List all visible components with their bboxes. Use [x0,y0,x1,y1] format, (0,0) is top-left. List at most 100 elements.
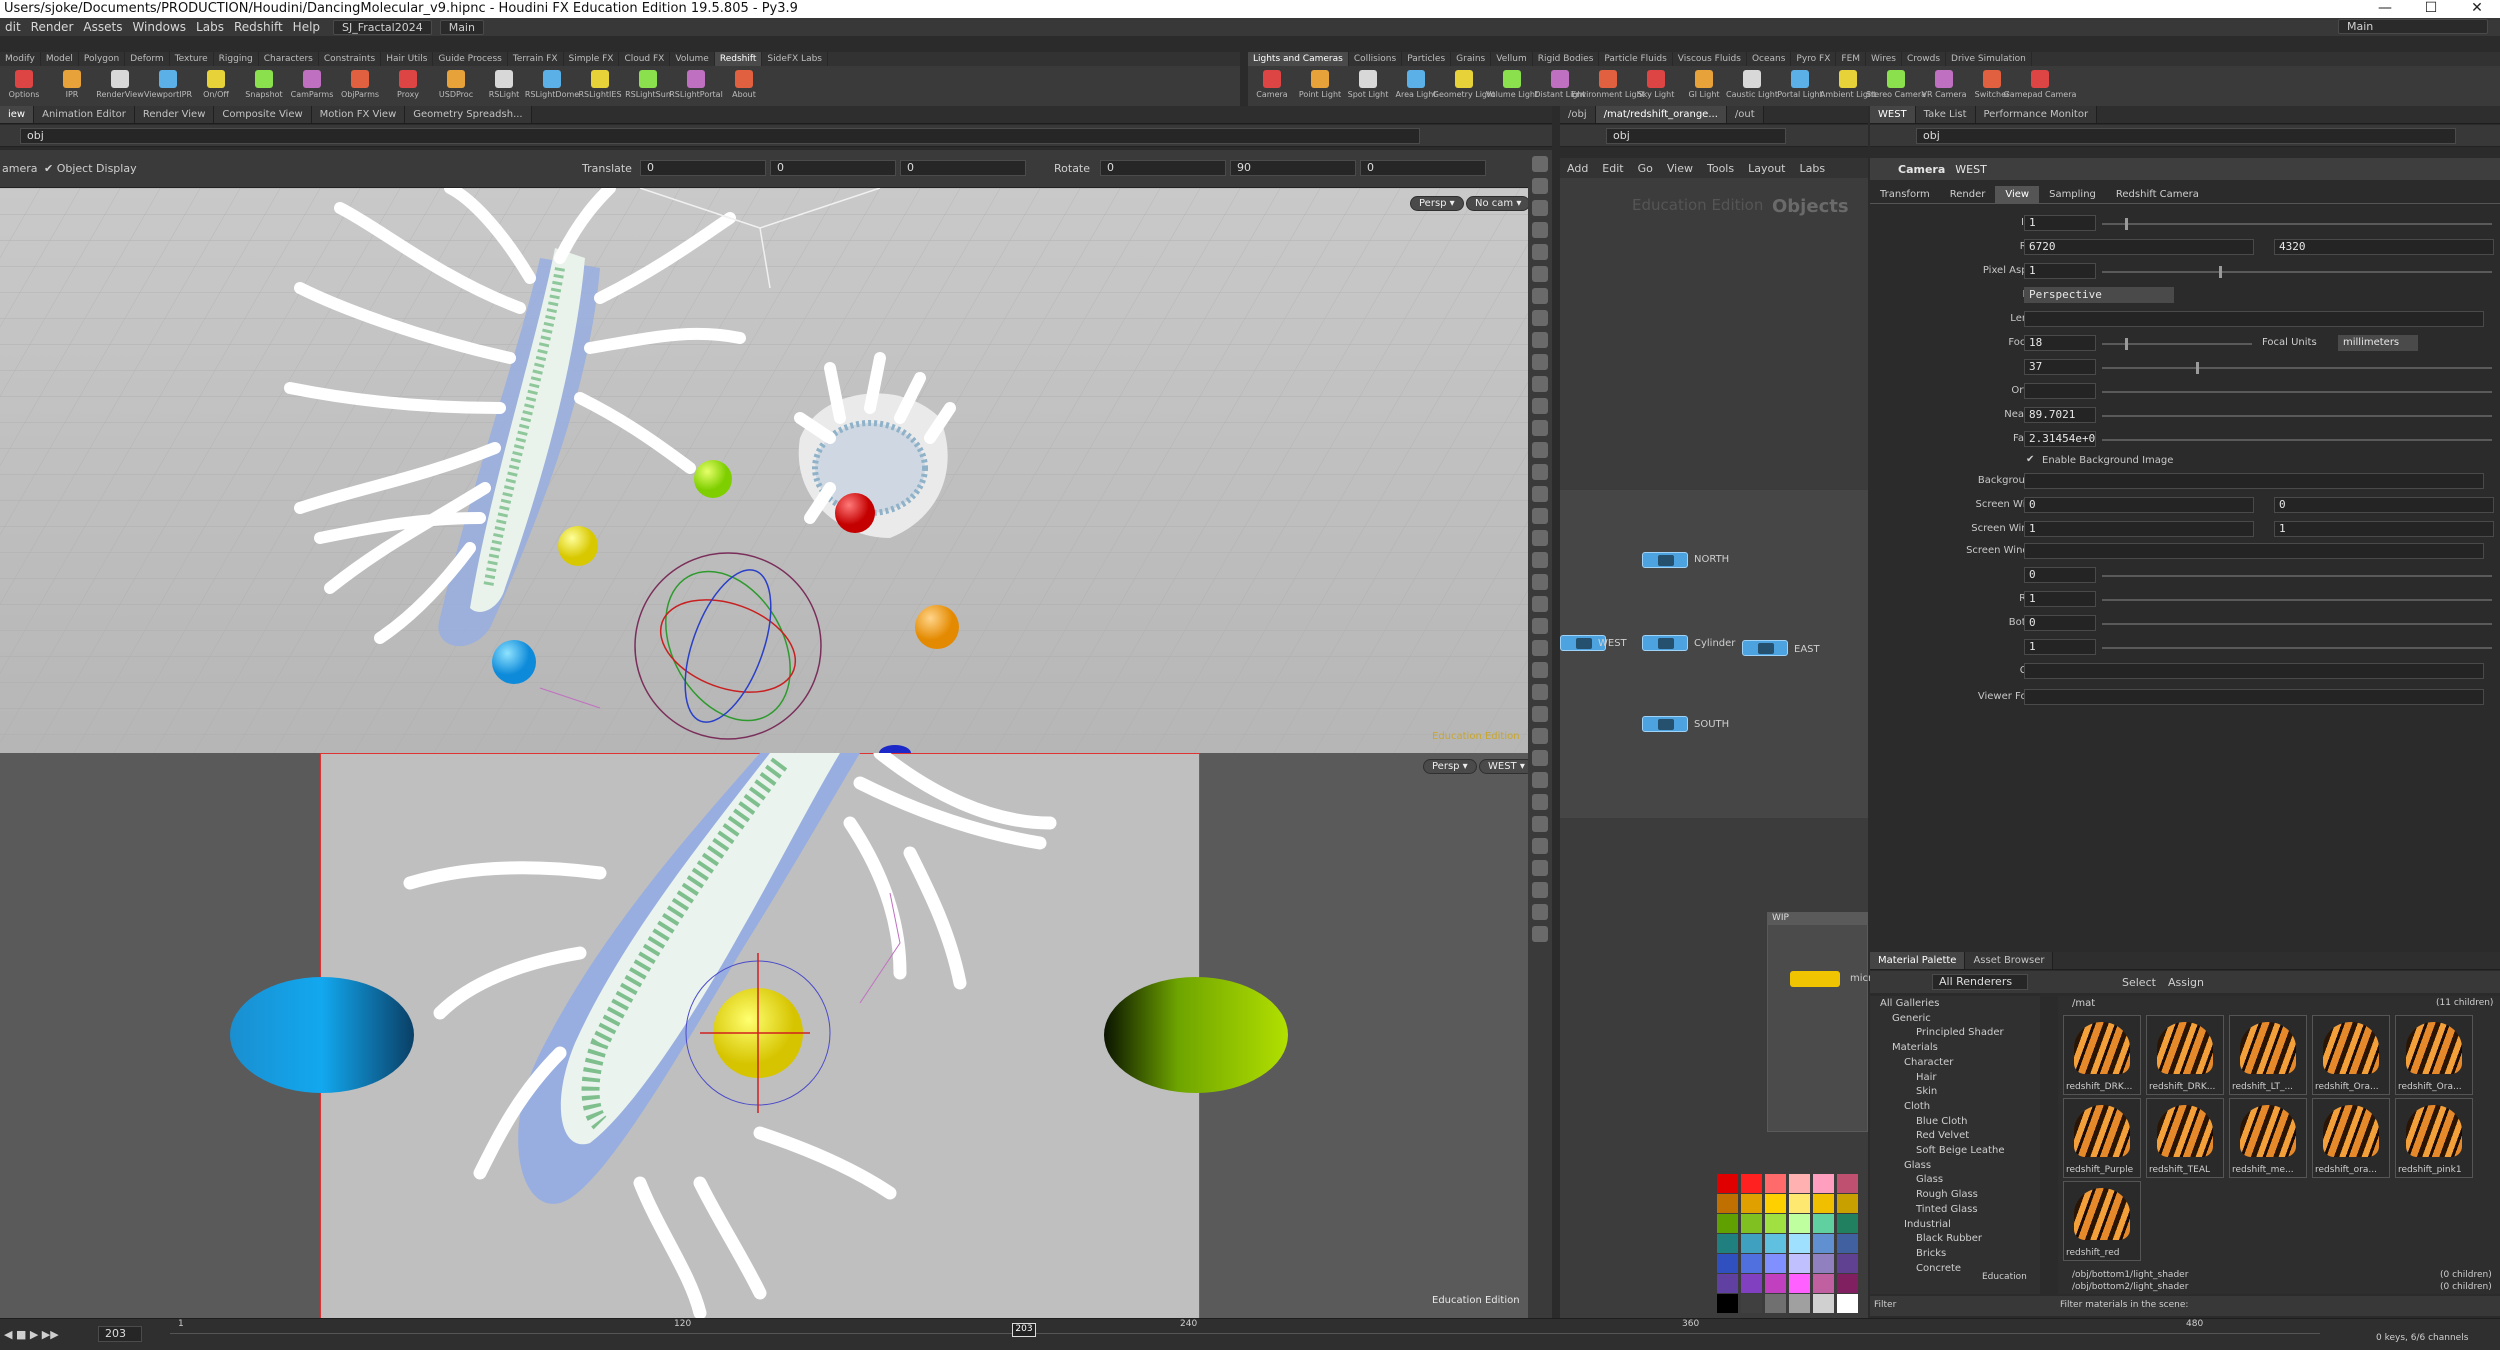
node-name-field[interactable]: WEST [1955,163,1987,176]
gallery-tree-item[interactable]: Black Rubber [1916,1233,1982,1244]
parameter-field[interactable]: 1 [2024,263,2096,279]
shelf-tool[interactable]: RSLightSun [624,66,672,106]
parameter-slider[interactable] [2102,647,2492,649]
viewer-tool-icon[interactable] [1532,508,1548,524]
parameter-slider[interactable] [2102,415,2492,417]
viewer-tool-icon[interactable] [1532,464,1548,480]
viewer-tool-icon[interactable] [1532,244,1548,260]
parameter-field[interactable] [2024,383,2096,399]
select-button[interactable]: Select [2122,976,2156,989]
gallery-tree-item[interactable]: Red Velvet [1916,1130,1969,1141]
shelf-tool[interactable]: IPR [48,66,96,106]
network-menu-item[interactable]: Go [1631,162,1660,175]
viewer-tool-icon[interactable] [1532,904,1548,920]
color-swatch[interactable] [1813,1214,1834,1233]
material-thumbnail[interactable]: redshift_red [2063,1181,2141,1261]
color-swatch[interactable] [1789,1214,1810,1233]
color-swatch[interactable] [1837,1194,1858,1213]
object-display-checkbox[interactable]: ✔ Object Display [44,162,137,175]
shelf-tab[interactable]: Viscous Fluids [1673,52,1747,66]
color-swatch[interactable] [1741,1234,1762,1253]
viewer-tool-icon[interactable] [1532,882,1548,898]
close-button[interactable]: ✕ [2454,0,2500,18]
node-south[interactable] [1642,716,1688,732]
material-thumbnail[interactable]: redshift_me... [2229,1098,2307,1178]
gallery-tree-item[interactable]: Tinted Glass [1916,1204,1978,1215]
parameter-field[interactable]: 1 [2024,591,2096,607]
color-swatch[interactable] [1765,1254,1786,1273]
color-swatch[interactable] [1765,1234,1786,1253]
material-thumbnail[interactable]: redshift_ora... [2312,1098,2390,1178]
shelf-tab[interactable]: Hair Utils [381,52,434,66]
shelf-tool[interactable]: Ambient Light [1820,66,1876,106]
color-swatch[interactable] [1837,1294,1858,1313]
shelf-tab[interactable]: Vellum [1491,52,1533,66]
viewer-tool-icon[interactable] [1532,706,1548,722]
shelf-tab[interactable]: Pyro FX [1791,52,1837,66]
rotate-x-field[interactable]: 0 [1100,160,1226,176]
color-swatch[interactable] [1741,1214,1762,1233]
desktop-selector[interactable]: SJ_Fractal2024 [333,19,432,35]
viewer-tool-icon[interactable] [1532,310,1548,326]
color-swatch[interactable] [1837,1174,1858,1193]
material-thumbnail[interactable]: redshift_Ora... [2312,1015,2390,1095]
viewer-tool-icon[interactable] [1532,354,1548,370]
node-micr[interactable] [1790,971,1840,987]
workspace-selector[interactable]: Main [439,19,484,35]
shelf-tab[interactable]: Crowds [1902,52,1947,66]
node-cylinder[interactable] [1642,635,1688,651]
parameter-sub-tab[interactable]: Sampling [2039,186,2106,204]
network-menu-item[interactable]: Tools [1700,162,1741,175]
color-swatch[interactable] [1765,1274,1786,1293]
menu-labs[interactable]: Labs [191,20,229,34]
network-area-bottom[interactable]: WIP micr [1560,818,1872,1318]
viewer-tool-icon[interactable] [1532,398,1548,414]
shelf-tab[interactable]: Grains [1451,52,1492,66]
network-menu-item[interactable]: Labs [1793,162,1833,175]
parameter-field[interactable]: 0 [2024,567,2096,583]
viewer-tool-icon[interactable] [1532,156,1548,172]
viewer-tool-icon[interactable] [1532,684,1548,700]
gallery-tree-item[interactable]: Hair [1916,1072,1937,1083]
color-swatch[interactable] [1741,1294,1762,1313]
parameter-tab[interactable]: WEST [1870,106,1916,123]
color-swatch[interactable] [1813,1294,1834,1313]
parameter-tab[interactable]: Performance Monitor [1975,106,2098,123]
shelf-tab[interactable]: Deform [125,52,170,66]
color-swatch[interactable] [1717,1174,1738,1193]
shelf-tab[interactable]: Guide Process [433,52,508,66]
color-swatch[interactable] [1813,1194,1834,1213]
parameter-field[interactable]: Perspective [2024,287,2174,303]
parameter-field-2[interactable]: 4320 [2274,239,2494,255]
translate-x-field[interactable]: 0 [640,160,766,176]
parameter-slider[interactable] [2102,575,2492,577]
parameter-slider[interactable] [2102,266,2492,278]
viewer-tool-icon[interactable] [1532,552,1548,568]
color-swatch[interactable] [1813,1174,1834,1193]
shelf-tab[interactable]: Particles [1402,52,1452,66]
parameter-field-2[interactable]: 0 [2274,497,2494,513]
viewer-tool-icon[interactable] [1532,420,1548,436]
viewport-bottom[interactable]: Persp ▾ WEST ▾ Education Edition [0,753,1535,1318]
parameter-slider[interactable] [2102,439,2492,441]
shelf-tool[interactable]: RSLightDome [525,66,579,106]
color-swatch[interactable] [1741,1254,1762,1273]
menu-help[interactable]: Help [288,20,325,34]
gallery-tree-item[interactable]: Soft Beige Leathe [1916,1145,2004,1156]
shelf-tab[interactable]: Volume [670,52,715,66]
material-thumbnail[interactable]: redshift_DRK... [2146,1015,2224,1095]
shelf-tool[interactable]: Point Light [1296,66,1344,106]
translate-y-field[interactable]: 0 [770,160,896,176]
play-controls[interactable]: ◀ ■ ▶ ▶▶ [4,1328,59,1341]
color-swatch[interactable] [1813,1234,1834,1253]
slider-knob[interactable] [2125,218,2129,230]
renderer-select[interactable]: All Renderers [1932,974,2028,990]
shelf-tab[interactable]: Polygon [79,52,126,66]
gallery-tree-item[interactable]: Cloth [1904,1101,1930,1112]
persp-menu-top[interactable]: Persp ▾ [1410,196,1464,211]
viewer-tool-icon[interactable] [1532,640,1548,656]
viewer-tool-icon[interactable] [1532,926,1548,942]
shelf-tab[interactable]: Rigid Bodies [1533,52,1600,66]
translate-z-field[interactable]: 0 [900,160,1026,176]
timeline-track[interactable] [170,1333,2320,1334]
